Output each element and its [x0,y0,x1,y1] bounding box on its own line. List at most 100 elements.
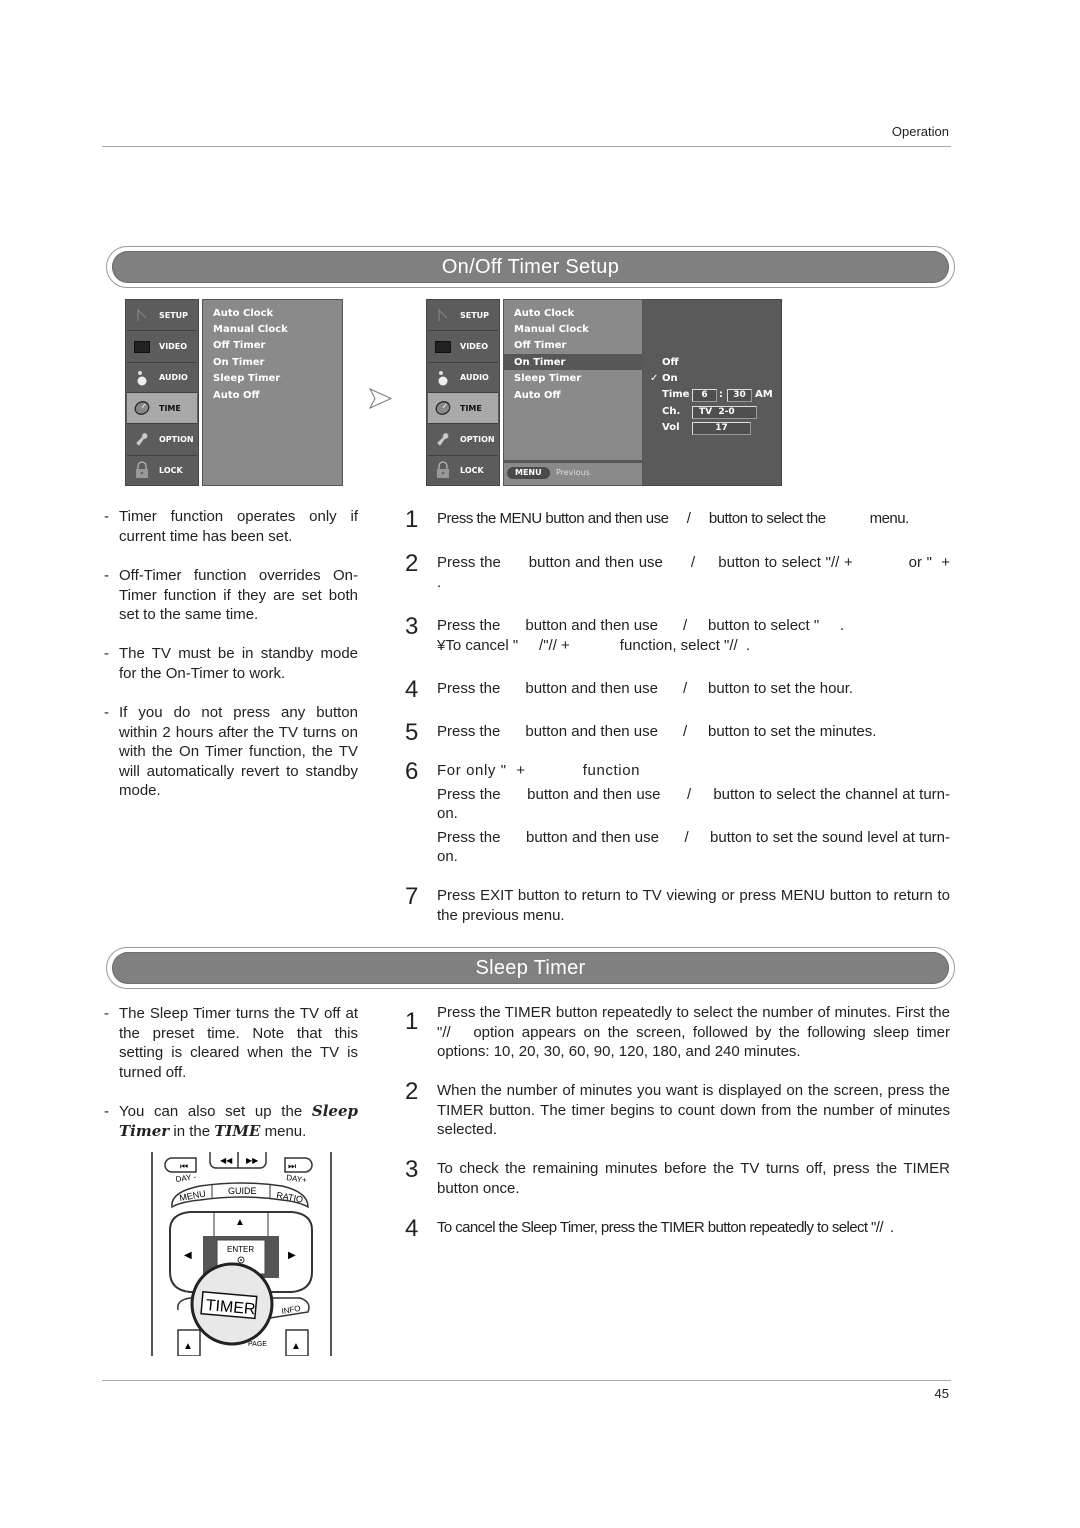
osd-tab-audio[interactable]: AUDIO [127,363,197,393]
time-separator: : [719,389,723,400]
osd-menu-item-auto-clock[interactable]: Auto Clock [213,308,273,319]
rewind-ff-button[interactable]: ◀◀ ▶▶ [209,1152,267,1169]
vol-up-icon[interactable]: ▲ [291,1341,301,1352]
screen-icon [434,339,452,355]
section-header: Operation [891,124,949,139]
osd-menu-item-manual-clock[interactable]: Manual Clock [514,324,589,335]
osd-menu-item-auto-off[interactable]: Auto Off [213,390,260,401]
osd-menu-item-sleep-timer[interactable]: Sleep Timer [213,373,280,384]
osd-tab-video[interactable]: VIDEO [127,331,197,363]
screen-icon [133,339,151,355]
note-item: - If you do not press any button within 2… [104,704,358,800]
volume-field[interactable]: 17 [692,422,751,435]
sleep-step-3: 3 To check the remaining minutes before … [405,1156,950,1197]
antenna-icon [434,307,452,323]
osd-tab-option[interactable]: OPTION [428,424,498,456]
section-title: Sleep Timer [112,952,949,984]
osd-menu-on-timer: SETUP VIDEO AUDIO TIME OPTION LOCK Auto … [426,299,782,486]
osd-menu-button[interactable]: MENU [507,467,550,479]
osd-tab-setup[interactable]: SETUP [127,300,197,331]
osd-tab-option[interactable]: OPTION [127,424,197,456]
section-title: On/Off Timer Setup [112,251,949,283]
minute-field[interactable]: 30 [727,389,752,402]
padlock-icon [434,461,452,478]
osd-menu-item-manual-clock[interactable]: Manual Clock [213,324,288,335]
volume-label: Vol [662,422,680,433]
prev-button[interactable]: ⏮ [164,1157,197,1173]
osd-menu-item-off-timer[interactable]: Off Timer [514,340,566,351]
left-arrow-icon[interactable]: ◀ [184,1250,192,1261]
osd-menu-item-auto-off[interactable]: Auto Off [514,390,561,401]
osd-menu-panel: Auto Clock Manual Clock Off Timer On Tim… [503,299,644,461]
osd-tab-audio[interactable]: AUDIO [428,363,498,393]
hour-field[interactable]: 6 [692,389,717,402]
ch-up-icon[interactable]: ▲ [183,1341,193,1352]
osd-footer-bar: MENU Previous [503,462,643,486]
note-item: - The TV must be in standby mode for the … [104,645,358,682]
note-item: - You can also set up the Sleep Timer in … [104,1102,358,1140]
step-2: 2 Press the button and then use / button… [405,550,992,591]
osd-menu-item-auto-clock[interactable]: Auto Clock [514,308,574,319]
osd-tab-list: SETUP VIDEO AUDIO TIME OPTION LOCK [426,299,500,486]
svg-text:▶▶: ▶▶ [246,1156,259,1165]
step-5: 5 Press the button and then use / button… [405,719,877,746]
day-plus-label: DAY+ [286,1173,308,1185]
wrench-icon [133,432,151,448]
osd-tab-setup[interactable]: SETUP [428,300,498,331]
osd-menu-time: SETUP VIDEO AUDIO TIME OPTION LOCK Auto … [125,299,343,486]
sleep-step-1: 1 Press the TIMER button repeatedly to s… [405,1004,955,1061]
speaker-icon [434,370,452,386]
header-rule [102,146,951,147]
clock-icon [133,400,151,416]
wrench-icon [434,432,452,448]
right-arrow-icon[interactable]: ▶ [288,1250,296,1261]
up-arrow-icon[interactable]: ▲ [235,1217,245,1228]
footer-rule [102,1380,951,1381]
enter-button[interactable]: ENTER [227,1245,254,1254]
svg-text:⏭: ⏭ [288,1161,296,1171]
osd-previous-label: Previous [556,468,590,477]
osd-tab-list: SETUP VIDEO AUDIO TIME OPTION LOCK [125,299,199,486]
osd-tab-lock[interactable]: LOCK [127,456,197,484]
note-item: - Timer function operates only if current… [104,508,358,545]
step-6: 6 For only " + function Press the button… [405,758,950,866]
osd-menu-item-on-timer[interactable]: On Timer [514,357,565,368]
osd-tab-lock[interactable]: LOCK [428,456,498,484]
section-banner-sleep-timer: Sleep Timer [106,947,955,989]
osd-menu-panel: Auto Clock Manual Clock Off Timer On Tim… [202,299,343,486]
osd-tab-time[interactable]: TIME [127,393,197,424]
sleep-step-2: 2 When the number of minutes you want is… [405,1078,950,1139]
ampm-label[interactable]: AM [755,389,773,400]
page-label: PAGE [248,1341,267,1348]
step-7: 7 Press EXIT button to return to TV view… [405,883,950,924]
section-banner-on-off-timer: On/Off Timer Setup [106,246,955,288]
remote-control-illustration: ⏮ ◀◀ ▶▶ ⏭ DAY - DAY+ MENU GUIDE RATIO ▲ E… [150,1152,333,1356]
day-minus-label: DAY - [175,1172,197,1184]
svg-text:◀◀: ◀◀ [220,1156,233,1165]
osd-menu-item-on-timer[interactable]: On Timer [213,357,264,368]
check-icon: ✓ [650,373,659,384]
note-item: - Off-Timer function overrides On-Timer f… [104,567,358,624]
padlock-icon [133,461,151,478]
next-arrow-icon [368,387,393,415]
sleep-step-4: 4 To cancel the Sleep Timer, press the T… [405,1215,894,1242]
option-on[interactable]: On [662,373,678,384]
clock-icon [434,400,452,416]
next-button[interactable]: ⏭ [284,1157,313,1173]
note-item: - The Sleep Timer turns the TV off at the… [104,1005,358,1081]
step-1: 1 Press the MENU button and then use / b… [405,506,909,533]
osd-menu-item-off-timer[interactable]: Off Timer [213,340,265,351]
step-3: 3 Press the button and then use / button… [405,613,845,654]
osd-tab-video[interactable]: VIDEO [428,331,498,363]
step-4: 4 Press the button and then use / button… [405,676,854,703]
speaker-icon [133,370,151,386]
osd-tab-time[interactable]: TIME [428,393,498,424]
time-label: Time [662,389,690,400]
osd-menu-item-sleep-timer[interactable]: Sleep Timer [514,373,581,384]
antenna-icon [133,307,151,323]
channel-field[interactable]: TV 2-0 [692,406,757,419]
guide-button[interactable]: GUIDE [228,1186,257,1196]
option-off[interactable]: Off [662,357,679,368]
svg-text:⏮: ⏮ [180,1161,188,1171]
page-number: 45 [934,1386,949,1401]
